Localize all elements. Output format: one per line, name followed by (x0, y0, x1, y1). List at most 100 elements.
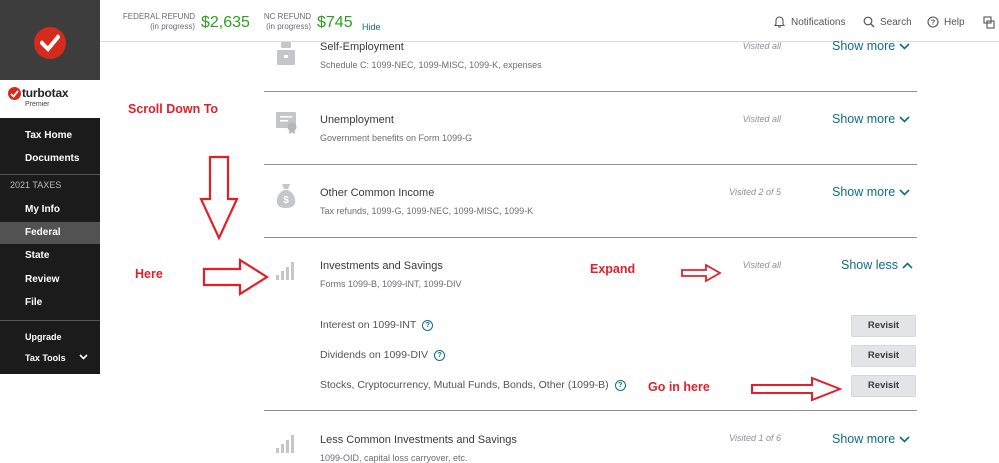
svg-text:?: ? (931, 18, 936, 27)
logo-block[interactable] (0, 0, 100, 80)
bell-icon[interactable] (774, 16, 785, 28)
row-title-other-common-income: Other Common Income (320, 187, 435, 199)
row-visited-self-employment: Visited all (742, 41, 781, 51)
sidebar: turbotax Premier Tax Home Documents 2021… (0, 0, 100, 463)
search-icon[interactable] (863, 16, 875, 28)
federal-refund-label: FEDERAL REFUND (in progress) (122, 12, 195, 32)
help-circle-icon[interactable]: ? (422, 319, 434, 331)
sidebar-item-federal[interactable]: Federal (0, 222, 100, 244)
sidebar-item-documents[interactable]: Documents (0, 148, 100, 170)
row-subtitle-investments-and-savings: Forms 1099-B, 1099-INT, 1099-DIV (320, 279, 462, 289)
sidebar-item-state[interactable]: State (0, 245, 100, 267)
sidebar-item-tax-home[interactable]: Tax Home (0, 125, 100, 147)
show-more-unemployment[interactable]: Show more (832, 112, 910, 126)
show-more-label: Show more (832, 112, 896, 126)
row-visited-other-common-income: Visited 2 of 5 (729, 187, 781, 197)
sidebar-item-tax-tools[interactable]: Tax Tools (0, 347, 100, 369)
money-bag-icon: $ (276, 184, 296, 208)
row-subtitle-less-common-investments: 1099-OID, capital loss carryover, etc. (320, 453, 468, 463)
chevron-down-icon (899, 116, 910, 123)
brand-logo: turbotax Premier (8, 84, 100, 114)
annotation-scroll-down: Scroll Down To (128, 102, 219, 116)
show-more-other-common-income[interactable]: Show more (832, 185, 910, 199)
row-divider (264, 410, 917, 411)
annotation-here: Here (135, 267, 163, 281)
help-circle-icon[interactable]: ? (614, 379, 626, 391)
federal-refund-title: FEDERAL REFUND (122, 12, 195, 21)
help-icon[interactable]: ? (927, 16, 939, 28)
sidebar-item-file[interactable]: File (0, 292, 100, 314)
nav-divider (0, 320, 100, 321)
row-divider (264, 237, 917, 238)
notifications-link[interactable]: Notifications (791, 17, 845, 28)
show-more-label: Show more (832, 39, 896, 53)
row-title-self-employment: Self-Employment (320, 41, 404, 53)
top-header: FEDERAL REFUND (in progress) $2,635 NC R… (100, 0, 999, 42)
brand-name: turbotax (22, 86, 69, 100)
brand-tier: Premier (25, 101, 50, 108)
chevron-down-icon (899, 436, 910, 443)
help-link[interactable]: Help (944, 17, 965, 28)
revisit-button-interest[interactable]: Revisit (851, 315, 916, 337)
row-subtitle-self-employment: Schedule C: 1099-NEC, 1099-MISC, 1099-K,… (320, 60, 542, 70)
annotation-expand: Expand (590, 262, 636, 276)
sidebar-item-my-info[interactable]: My Info (0, 199, 100, 221)
user-menu-icon[interactable] (983, 16, 995, 29)
svg-text:$: $ (283, 195, 289, 206)
sidebar-item-upgrade[interactable]: Upgrade (0, 326, 100, 348)
nc-refund-title: NC REFUND (263, 12, 311, 21)
annotation-arrow-right-icon (681, 263, 722, 283)
sidebar-item-review[interactable]: Review (0, 269, 100, 291)
chevron-up-icon (902, 262, 913, 269)
sub-item-dividends-1099-div: Dividends on 1099-DIV? (320, 349, 445, 361)
chevron-down-icon (899, 189, 910, 196)
row-title-investments-and-savings: Investments and Savings (320, 260, 443, 272)
row-subtitle-other-common-income: Tax refunds, 1099-G, 1099-NEC, 1099-MISC… (320, 206, 534, 216)
sub-item-label: Interest on 1099-INT (320, 319, 417, 331)
annotation-arrow-right-icon (751, 376, 842, 402)
revisit-button-dividends[interactable]: Revisit (851, 345, 916, 367)
annotation-go-in-here: Go in here (648, 380, 710, 394)
sub-item-stocks-1099-b: Stocks, Cryptocurrency, Mutual Funds, Bo… (320, 379, 626, 391)
bar-chart-icon (276, 435, 294, 453)
sub-item-interest-1099-int: Interest on 1099-INT? (320, 319, 434, 331)
row-title-less-common-investments: Less Common Investments and Savings (320, 434, 517, 446)
chevron-down-icon (79, 354, 88, 360)
search-link[interactable]: Search (880, 17, 912, 28)
tax-tools-label: Tax Tools (25, 353, 66, 363)
show-more-less-common-investments[interactable]: Show more (832, 432, 910, 446)
row-divider (264, 91, 917, 92)
brand-check-icon (8, 87, 21, 100)
annotation-arrow-right-icon (202, 258, 270, 296)
sidebar-section-label: 2021 TAXES (10, 180, 62, 190)
show-more-label: Show more (832, 185, 896, 199)
federal-refund-amount: $2,635 (201, 14, 250, 31)
help-circle-icon[interactable]: ? (433, 349, 445, 361)
annotation-arrow-down-icon (199, 155, 239, 241)
show-more-label: Show more (832, 432, 896, 446)
hide-refund-link[interactable]: Hide (362, 22, 381, 32)
show-less-label: Show less (841, 258, 898, 272)
row-visited-unemployment: Visited all (742, 114, 781, 124)
turbotax-check-icon (34, 27, 66, 59)
sub-item-label: Dividends on 1099-DIV (320, 349, 428, 361)
nav-divider (0, 174, 100, 175)
row-subtitle-unemployment: Government benefits on Form 1099-G (320, 133, 473, 143)
revisit-button-stocks[interactable]: Revisit (851, 375, 916, 397)
show-more-self-employment[interactable]: Show more (832, 39, 910, 53)
row-visited-less-common-investments: Visited 1 of 6 (729, 433, 781, 443)
show-less-investments-and-savings[interactable]: Show less (841, 258, 913, 272)
sidebar-nav: Tax Home Documents 2021 TAXES My Info Fe… (0, 118, 100, 374)
bar-chart-icon (276, 262, 294, 280)
chevron-down-icon (899, 43, 910, 50)
nc-refund-status: (in progress) (266, 22, 311, 31)
briefcase-icon (277, 42, 295, 65)
income-section-list: Self-Employment Schedule C: 1099-NEC, 10… (100, 39, 999, 463)
nc-refund-label: NC REFUND (in progress) (263, 12, 311, 32)
nc-refund-amount: $745 (317, 14, 353, 31)
certificate-icon (276, 112, 297, 134)
row-divider (264, 164, 917, 165)
row-title-unemployment: Unemployment (320, 114, 394, 126)
sub-item-label: Stocks, Cryptocurrency, Mutual Funds, Bo… (320, 379, 609, 391)
federal-refund-status: (in progress) (150, 22, 195, 31)
